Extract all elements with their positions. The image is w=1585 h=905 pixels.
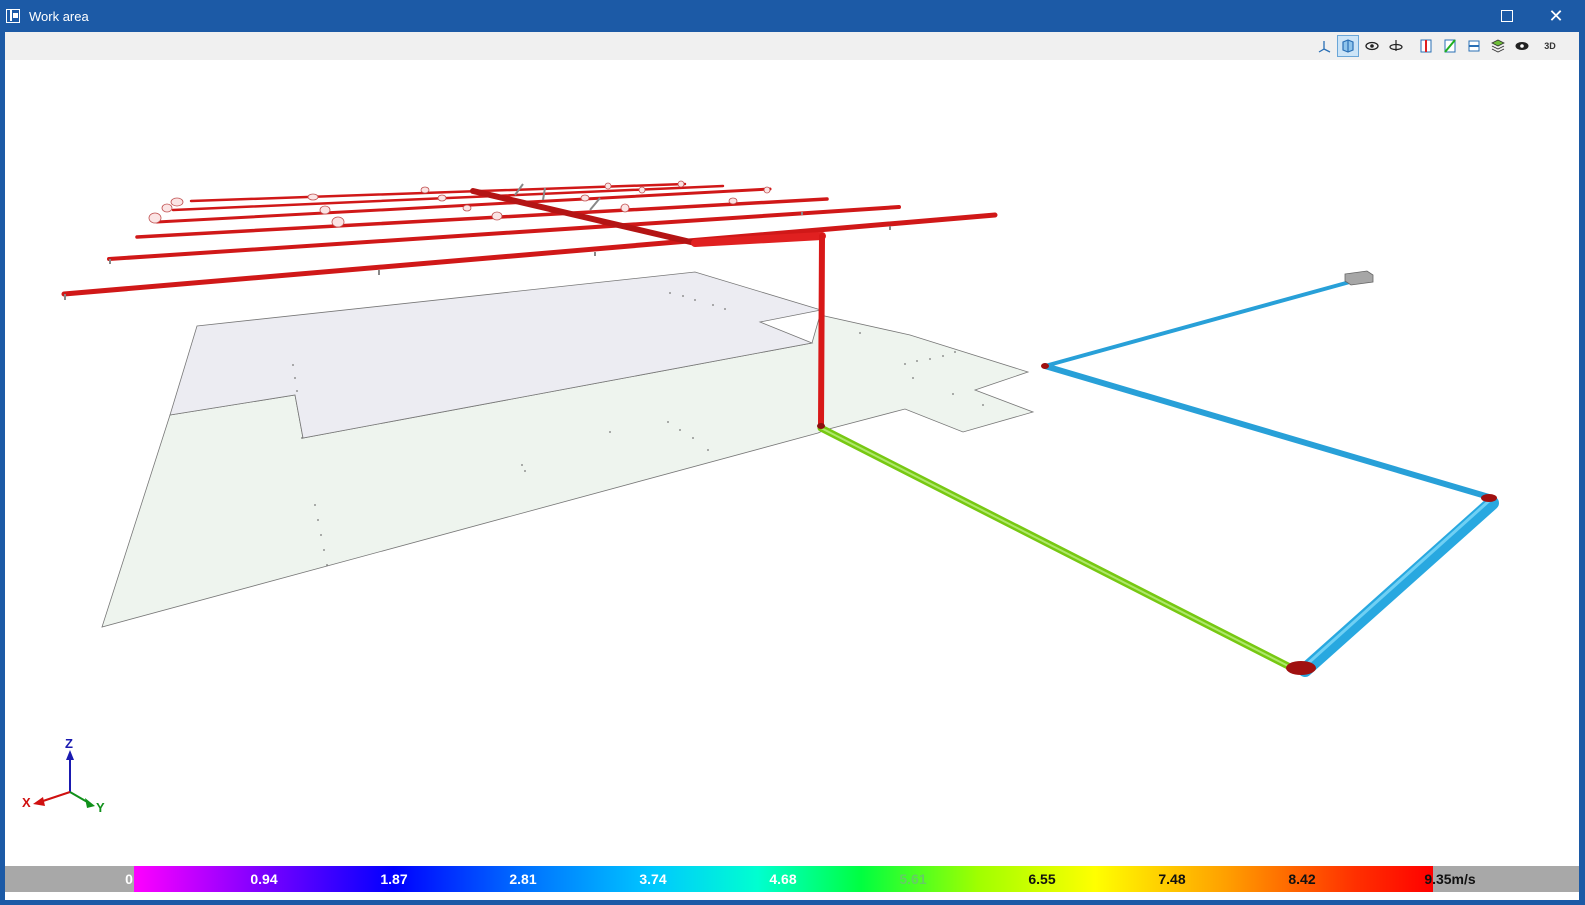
section-y-button[interactable] <box>1439 35 1461 57</box>
supply-pipe-blue-vertical <box>1298 496 1499 677</box>
legend-label-3: 2.81 <box>509 871 537 887</box>
hide-elements-button[interactable] <box>1361 35 1383 57</box>
legend-label-1: 0.94 <box>250 871 278 887</box>
section-y-icon <box>1444 39 1456 53</box>
close-icon: ✕ <box>1548 5 1564 26</box>
layers-button[interactable] <box>1487 35 1509 57</box>
legend-label-2: 1.87 <box>380 871 408 887</box>
section-x-button[interactable] <box>1415 35 1437 57</box>
axis-y-label: Y <box>96 800 105 815</box>
orbit-icon <box>1389 40 1403 51</box>
legend-label-5: 4.68 <box>769 871 797 887</box>
axis-z-label: Z <box>65 736 73 751</box>
legend-label-10: 9.35m/s <box>1424 871 1476 887</box>
app-icon <box>6 9 20 23</box>
visibility-button[interactable] <box>1511 35 1533 57</box>
view-3d-button[interactable]: 3D <box>1539 35 1561 57</box>
eye-hide-icon <box>1365 41 1379 51</box>
section-z-icon <box>1468 40 1480 52</box>
legend-label-8: 7.48 <box>1158 871 1186 887</box>
orbit-button[interactable] <box>1385 35 1407 57</box>
riser-elbow-bottom <box>817 423 825 429</box>
section-x-icon <box>1420 39 1432 53</box>
legend-label-7: 6.55 <box>1028 871 1056 887</box>
elbow-fitting-right <box>1481 494 1497 502</box>
elbow-fitting-bottom <box>1286 661 1316 675</box>
view-toolbar: 3D <box>5 32 1579 60</box>
cube-icon <box>1342 39 1354 53</box>
blue-pipe-highlight <box>1303 498 1492 668</box>
view-3d-label: 3D <box>1544 41 1556 51</box>
legend-label-0: 0 <box>125 871 133 887</box>
eye-icon <box>1515 42 1529 50</box>
supply-pipe-blue-top <box>1043 278 1359 368</box>
axis-x-label: X <box>22 795 31 810</box>
elbow-fitting-left <box>1041 363 1049 369</box>
maximize-icon <box>1501 10 1513 22</box>
axes-view-button[interactable] <box>1313 35 1335 57</box>
legend-label-9: 8.42 <box>1288 871 1316 887</box>
sprinkler-branches <box>61 182 998 297</box>
riser-pipe <box>818 233 825 428</box>
velocity-legend: 0 0.94 1.87 2.81 3.74 4.68 5.61 6.55 7.4… <box>5 866 1579 892</box>
legend-label-6: 5.61 <box>899 871 927 887</box>
close-button[interactable]: ✕ <box>1533 0 1579 32</box>
window-title: Work area <box>29 9 89 24</box>
title-bar: Work area ✕ <box>0 0 1585 32</box>
supply-pipe-blue-long <box>1042 363 1492 500</box>
3d-viewport[interactable]: Z X Y <box>5 60 1579 860</box>
section-z-button[interactable] <box>1463 35 1485 57</box>
axis-triad: Z X Y <box>22 736 105 815</box>
axes-icon <box>1318 41 1331 53</box>
water-supply-device <box>1344 270 1374 286</box>
work-area-client: 3D Z X Y 0 0.94 1.87 2.81 3.74 4.68 5.61… <box>5 32 1579 900</box>
maximize-button[interactable] <box>1484 0 1530 32</box>
legend-label-4: 3.74 <box>639 871 667 887</box>
supply-pipe-green-highlight <box>820 427 1293 669</box>
solid-view-button[interactable] <box>1337 35 1359 57</box>
layers-icon <box>1491 39 1505 53</box>
